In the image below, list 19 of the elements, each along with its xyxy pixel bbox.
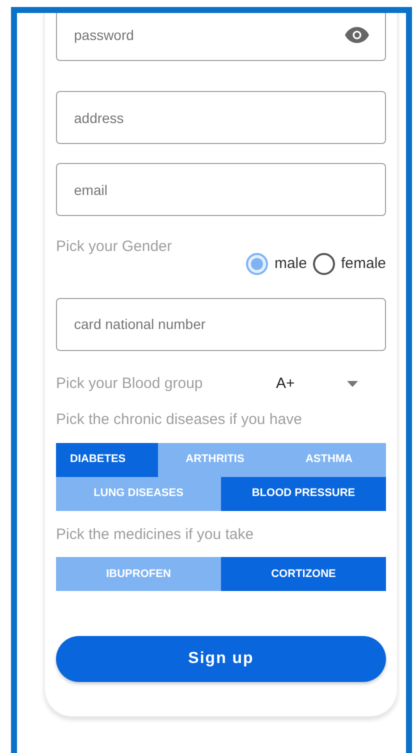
radio-button[interactable]	[246, 253, 268, 276]
input-field[interactable]: email	[56, 163, 386, 216]
sign-up-button[interactable]: Sign up	[56, 636, 386, 682]
radio-label: male	[274, 254, 307, 274]
chip[interactable]: CORTIZONE	[221, 557, 386, 591]
password-field[interactable]: password	[56, 13, 386, 61]
caret-icon	[347, 380, 358, 387]
medicines-label: Pick the medicines if you take	[56, 524, 255, 544]
chip[interactable]: DIABETES	[56, 442, 158, 476]
blood-group-label: Pick your Blood group	[56, 374, 204, 394]
chip[interactable]: BLOOD PRESSURE	[221, 476, 386, 510]
chronic-diseases-label: Pick the chronic diseases if you have	[56, 410, 303, 430]
gender-label: Pick your Gender	[56, 237, 172, 257]
radio-button[interactable]	[312, 253, 335, 276]
blood-group-dropdown[interactable]: A+	[276, 372, 386, 395]
eye-icon[interactable]	[345, 27, 369, 43]
input-field[interactable]: card national number	[56, 298, 386, 350]
radio-label: female	[340, 254, 386, 274]
input-field[interactable]: address	[56, 91, 386, 144]
